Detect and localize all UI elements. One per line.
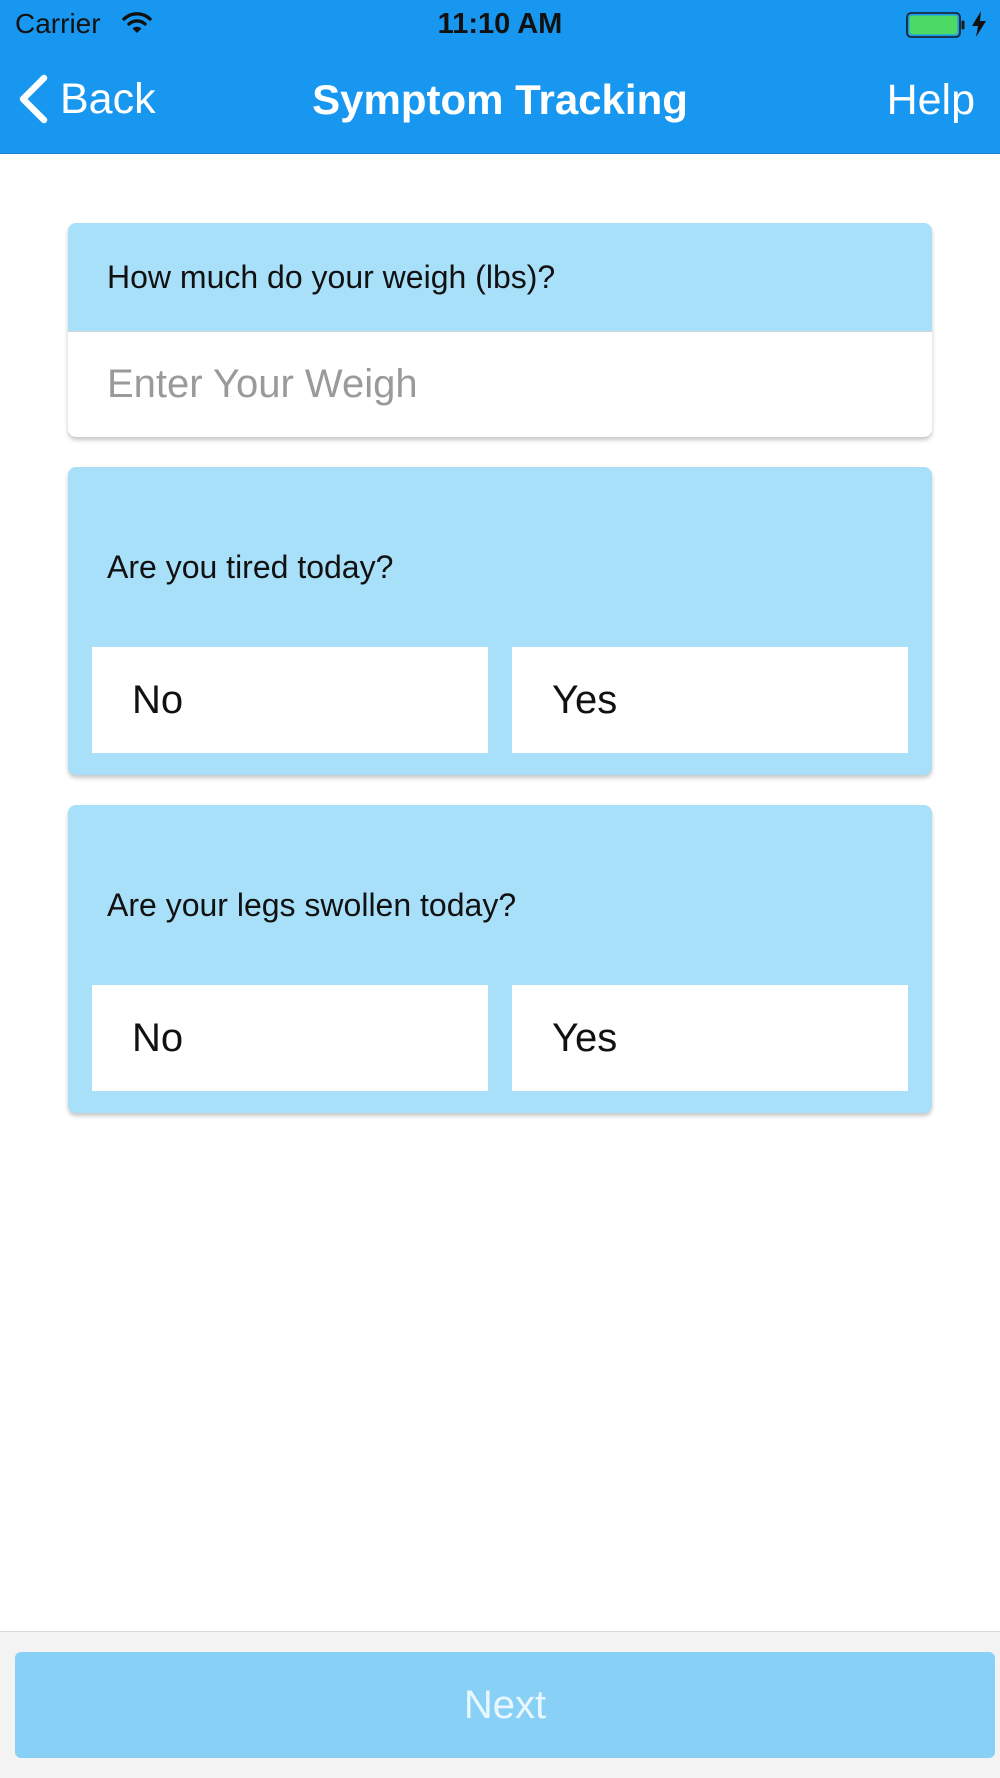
top-bar: Carrier 11:10 AM Back Symptom Tracking H… [0,0,1000,154]
weight-input[interactable] [68,331,932,437]
help-button[interactable]: Help [887,76,975,125]
legs-swollen-question-card: Are your legs swollen today? No Yes [68,805,932,1113]
charging-bolt-icon [972,11,986,37]
weight-question-card: How much do your weigh (lbs)? [68,223,932,437]
page-title: Symptom Tracking [312,76,688,123]
tired-question-card: Are you tired today? No Yes [68,467,932,775]
navigation-bar: Back Symptom Tracking Help [0,48,1000,154]
footer-bar: Next [0,1631,1000,1778]
weight-question-label: How much do your weigh (lbs)? [107,259,556,295]
tired-question-label: Are you tired today? [107,549,394,585]
tired-yes-button[interactable]: Yes [512,647,908,753]
status-bar: Carrier 11:10 AM [0,0,1000,48]
legs-no-button[interactable]: No [92,985,488,1091]
legs-question-label: Are your legs swollen today? [107,887,517,923]
tired-no-button[interactable]: No [92,647,488,753]
symptom-tracking-screen: Carrier 11:10 AM Back Symptom Tracking H… [0,0,1000,1778]
next-button[interactable]: Next [15,1652,995,1758]
clock-time: 11:10 AM [437,8,563,40]
legs-yes-button[interactable]: Yes [512,985,908,1091]
battery-icon [906,12,965,38]
